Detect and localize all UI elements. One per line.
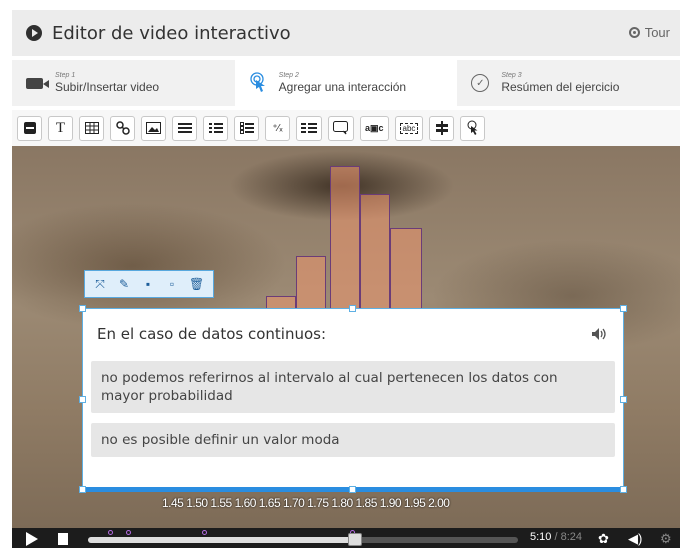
hotspot-button[interactable]	[460, 115, 486, 141]
fill-blanks-button[interactable]: ⁺⁄ₓ	[265, 115, 290, 141]
fullscreen-icon[interactable]: ⤧	[93, 277, 107, 292]
time-separator: /	[554, 531, 558, 543]
statements-button[interactable]	[172, 115, 197, 141]
interaction-edit-tools: ⤧ ✎ ▪ ▫ 🗑	[84, 270, 214, 298]
bookmark-icon[interactable]	[58, 533, 68, 545]
table-icon	[84, 122, 99, 134]
resize-handle[interactable]	[79, 396, 86, 403]
interaction-card[interactable]: En el caso de datos continuos: no podemo…	[82, 308, 624, 490]
seek-thumb[interactable]	[347, 533, 362, 546]
resize-handle[interactable]	[349, 305, 356, 312]
current-time: 5:10	[530, 531, 552, 543]
table-button[interactable]	[79, 115, 104, 141]
resize-handle[interactable]	[620, 396, 627, 403]
link-button[interactable]	[110, 115, 135, 141]
list-icon	[177, 123, 192, 133]
video-controls: 5:10 / 8:24 ✿ ◀) ⚙	[12, 528, 680, 548]
multiple-choice-icon	[239, 122, 254, 134]
mark-words-button[interactable]: a▣c	[360, 115, 389, 141]
palette-icon[interactable]: ✿	[598, 531, 609, 547]
multiple-choice-button[interactable]	[234, 115, 259, 141]
play-icon[interactable]	[26, 532, 38, 546]
gear-icon[interactable]: ⚙	[660, 531, 672, 547]
resize-handle[interactable]	[79, 486, 86, 493]
step-label: Agregar una interacción	[278, 80, 407, 94]
histogram-axis-labels: 1.45 1.50 1.55 1.60 1.65 1.70 1.75 1.80 …	[162, 496, 450, 510]
true-false-icon	[301, 123, 317, 133]
link-icon	[115, 121, 130, 135]
step-label: Resúmen del ejercicio	[501, 80, 620, 94]
label-icon	[23, 122, 36, 134]
resize-handle[interactable]	[620, 305, 627, 312]
tab-step-2[interactable]: Step 2 Agregar una interacción	[234, 60, 458, 106]
image-button[interactable]	[141, 115, 166, 141]
volume-icon[interactable]: ◀)	[628, 531, 642, 547]
check-circle-icon: ✓	[471, 74, 490, 92]
answer-option[interactable]: no es posible definir un valor moda	[91, 423, 615, 457]
interaction-marker[interactable]	[126, 530, 131, 535]
resize-handle[interactable]	[349, 486, 356, 493]
histogram-bar	[360, 194, 390, 326]
touch-icon	[467, 120, 478, 135]
resize-handle[interactable]	[79, 305, 86, 312]
speech-bubble-icon	[333, 121, 348, 135]
histogram-bar	[330, 166, 360, 326]
bring-front-icon[interactable]: ▪	[141, 277, 155, 291]
drag-text-label: abc	[399, 122, 419, 134]
single-choice-button[interactable]	[203, 115, 228, 141]
image-icon	[146, 122, 161, 134]
interaction-marker[interactable]	[108, 530, 113, 535]
drag-text-button[interactable]: abc	[394, 115, 424, 141]
target-icon	[628, 27, 640, 38]
question-text: En el caso de datos continuos:	[97, 325, 327, 343]
step-tabs: Step 1 Subir/Insertar video Step 2 Agreg…	[12, 60, 680, 106]
tab-step-3[interactable]: ✓ Step 3 Resúmen del ejercicio	[457, 60, 680, 106]
page-title: Editor de video interactivo	[52, 22, 291, 44]
editor-header: Editor de video interactivo Tour	[12, 10, 680, 56]
label-button[interactable]	[17, 115, 42, 141]
summary-button[interactable]	[328, 115, 354, 141]
speaker-icon[interactable]	[591, 327, 609, 341]
time-display: 5:10 / 8:24	[530, 531, 582, 543]
signpost-icon	[435, 121, 448, 135]
resize-handle[interactable]	[620, 486, 627, 493]
single-choice-icon	[208, 123, 223, 133]
tab-step-1[interactable]: Step 1 Subir/Insertar video	[12, 60, 235, 106]
answer-option[interactable]: no podemos referirnos al intervalo al cu…	[91, 361, 615, 413]
send-back-icon[interactable]: ▫	[165, 277, 179, 291]
text-button[interactable]: T	[48, 115, 73, 141]
interaction-marker[interactable]	[202, 530, 207, 535]
edit-pencil-icon[interactable]: ✎	[117, 277, 131, 291]
seek-progress	[88, 537, 355, 543]
total-time: 8:24	[560, 531, 583, 543]
step-number: Step 2	[278, 72, 299, 79]
delete-icon[interactable]: 🗑	[189, 277, 204, 291]
seek-bar[interactable]	[88, 537, 518, 543]
interaction-toolbar: T ⁺⁄ₓ a▣c abc	[12, 110, 680, 146]
tour-button[interactable]: Tour	[628, 25, 670, 40]
true-false-button[interactable]	[296, 115, 322, 141]
step-label: Subir/Insertar video	[55, 80, 160, 94]
play-circle-icon	[26, 25, 42, 41]
step-number: Step 3	[501, 72, 522, 79]
tour-label: Tour	[644, 25, 670, 40]
video-camera-icon	[26, 77, 49, 89]
step-number: Step 1	[55, 72, 76, 79]
navigation-button[interactable]	[429, 115, 455, 141]
touch-icon	[250, 72, 265, 92]
